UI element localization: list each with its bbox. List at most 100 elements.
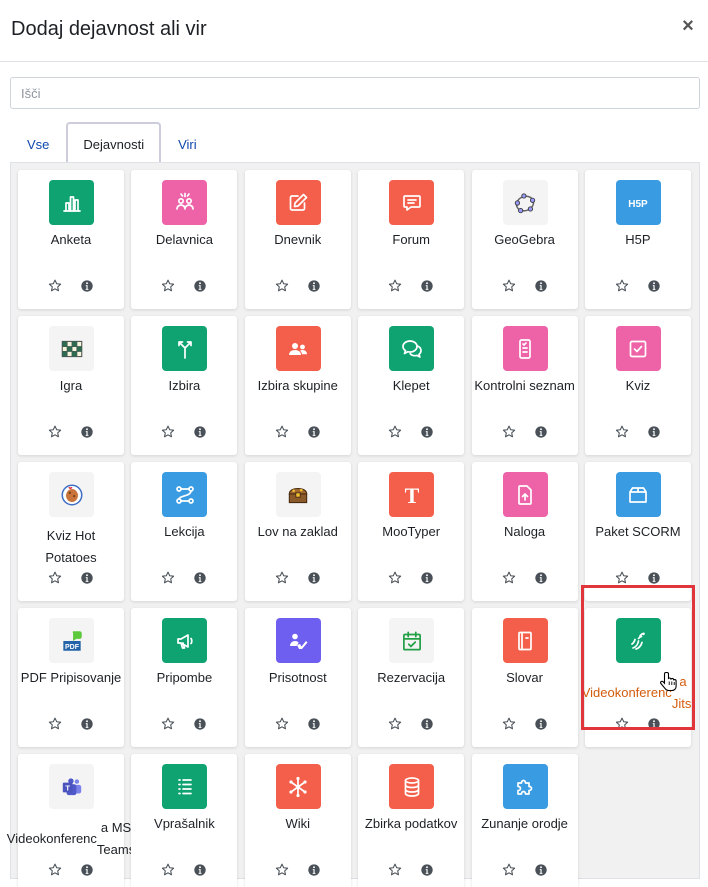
star-icon[interactable] (502, 279, 516, 293)
module-card-izbira-skupine[interactable]: Izbira skupine (244, 316, 351, 455)
module-card-geogebra[interactable]: GeoGebra (471, 170, 578, 309)
module-card-pdf-pripisovanje[interactable]: PDF PDF Pripisovanje (18, 608, 124, 747)
module-card-rezervacija[interactable]: Rezervacija (358, 608, 465, 747)
info-icon[interactable] (307, 717, 321, 731)
module-card-lekcija[interactable]: Lekcija (131, 462, 238, 601)
module-card-delavnica[interactable]: Delavnica (131, 170, 238, 309)
module-card-zunanje-orodje[interactable]: Zunanje orodje (471, 754, 578, 887)
module-card-mootyper[interactable]: T MooTyper (358, 462, 465, 601)
star-icon[interactable] (48, 279, 62, 293)
module-card-igra[interactable]: Igra (18, 316, 124, 455)
book-icon (502, 618, 548, 663)
star-icon[interactable] (502, 571, 516, 585)
info-icon[interactable] (307, 571, 321, 585)
module-label: Videokonferenc a MS Teams (7, 817, 135, 861)
info-icon[interactable] (80, 425, 94, 439)
info-icon[interactable] (80, 571, 94, 585)
info-icon[interactable] (307, 425, 321, 439)
star-icon[interactable] (388, 863, 402, 877)
star-icon[interactable] (48, 717, 62, 731)
module-card-vprasalnik[interactable]: Vprašalnik (131, 754, 238, 887)
info-icon[interactable] (420, 863, 434, 877)
info-icon[interactable] (193, 425, 207, 439)
module-card-paket-scorm[interactable]: Paket SCORM (584, 462, 691, 601)
tab-resources[interactable]: Viri (161, 122, 214, 163)
module-card-prisotnost[interactable]: Prisotnost (244, 608, 351, 747)
info-icon[interactable] (647, 571, 661, 585)
info-icon[interactable] (534, 279, 548, 293)
module-card-pripombe[interactable]: Pripombe (131, 608, 238, 747)
info-icon[interactable] (420, 717, 434, 731)
info-icon[interactable] (534, 571, 548, 585)
module-label: Rezervacija (377, 670, 446, 685)
star-icon[interactable] (48, 425, 62, 439)
module-actions (245, 863, 351, 877)
star-icon[interactable] (275, 425, 289, 439)
info-icon[interactable] (307, 279, 321, 293)
module-card-kontrolni-seznam[interactable]: Kontrolni seznam (471, 316, 578, 455)
star-icon[interactable] (388, 425, 402, 439)
hot-potatoes-icon (49, 472, 94, 517)
star-icon[interactable] (388, 279, 402, 293)
star-icon[interactable] (615, 425, 629, 439)
database-icon (389, 764, 435, 809)
star-icon[interactable] (161, 717, 175, 731)
module-card-forum[interactable]: Forum (358, 170, 465, 309)
info-icon[interactable] (420, 425, 434, 439)
module-label: Anketa (50, 232, 92, 247)
module-card-videokonferenca-ms-teams[interactable]: T Videokonferenc a MS Teams (7, 754, 135, 887)
info-icon[interactable] (80, 863, 94, 877)
star-icon[interactable] (275, 717, 289, 731)
star-icon[interactable] (502, 717, 516, 731)
info-icon[interactable] (193, 279, 207, 293)
module-card-kviz-hot-potatoes[interactable]: Kviz Hot Potatoes (18, 462, 124, 601)
module-card-kviz[interactable]: Kviz (584, 316, 691, 455)
star-icon[interactable] (161, 425, 175, 439)
module-card-slovar[interactable]: Slovar (471, 608, 578, 747)
module-card-dnevnik[interactable]: Dnevnik (244, 170, 351, 309)
star-icon[interactable] (615, 279, 629, 293)
tab-all[interactable]: Vse (10, 122, 66, 163)
info-icon[interactable] (193, 717, 207, 731)
info-icon[interactable] (647, 279, 661, 293)
star-icon[interactable] (161, 571, 175, 585)
module-card-videokonferenca-jitsi[interactable]: Videokonferenc a Jitsi (582, 608, 694, 747)
info-icon[interactable] (80, 717, 94, 731)
info-icon[interactable] (193, 863, 207, 877)
info-icon[interactable] (534, 863, 548, 877)
star-icon[interactable] (388, 571, 402, 585)
module-card-wiki[interactable]: Wiki (244, 754, 351, 887)
module-card-lov-na-zaklad[interactable]: Lov na zaklad (244, 462, 351, 601)
star-icon[interactable] (615, 717, 629, 731)
module-card-h5p[interactable]: H5P H5P (584, 170, 691, 309)
star-icon[interactable] (275, 279, 289, 293)
info-icon[interactable] (80, 279, 94, 293)
tab-activities[interactable]: Dejavnosti (66, 122, 162, 163)
search-input[interactable] (10, 77, 700, 109)
module-card-klepet[interactable]: Klepet (358, 316, 465, 455)
module-card-anketa[interactable]: Anketa (18, 170, 124, 309)
info-icon[interactable] (534, 717, 548, 731)
info-icon[interactable] (420, 571, 434, 585)
star-icon[interactable] (48, 571, 62, 585)
module-card-naloga[interactable]: Naloga (471, 462, 578, 601)
star-icon[interactable] (161, 863, 175, 877)
star-icon[interactable] (275, 571, 289, 585)
star-icon[interactable] (615, 571, 629, 585)
info-icon[interactable] (307, 863, 321, 877)
star-icon[interactable] (388, 717, 402, 731)
star-icon[interactable] (161, 279, 175, 293)
star-icon[interactable] (48, 863, 62, 877)
info-icon[interactable] (534, 425, 548, 439)
info-icon[interactable] (647, 717, 661, 731)
star-icon[interactable] (502, 863, 516, 877)
star-icon[interactable] (502, 425, 516, 439)
info-icon[interactable] (647, 425, 661, 439)
close-button[interactable]: × (678, 16, 698, 36)
info-icon[interactable] (193, 571, 207, 585)
info-icon[interactable] (420, 279, 434, 293)
module-card-zbirka-podatkov[interactable]: Zbirka podatkov (358, 754, 465, 887)
star-icon[interactable] (275, 863, 289, 877)
module-label: H5P (625, 232, 651, 247)
module-card-izbira[interactable]: Izbira (131, 316, 238, 455)
